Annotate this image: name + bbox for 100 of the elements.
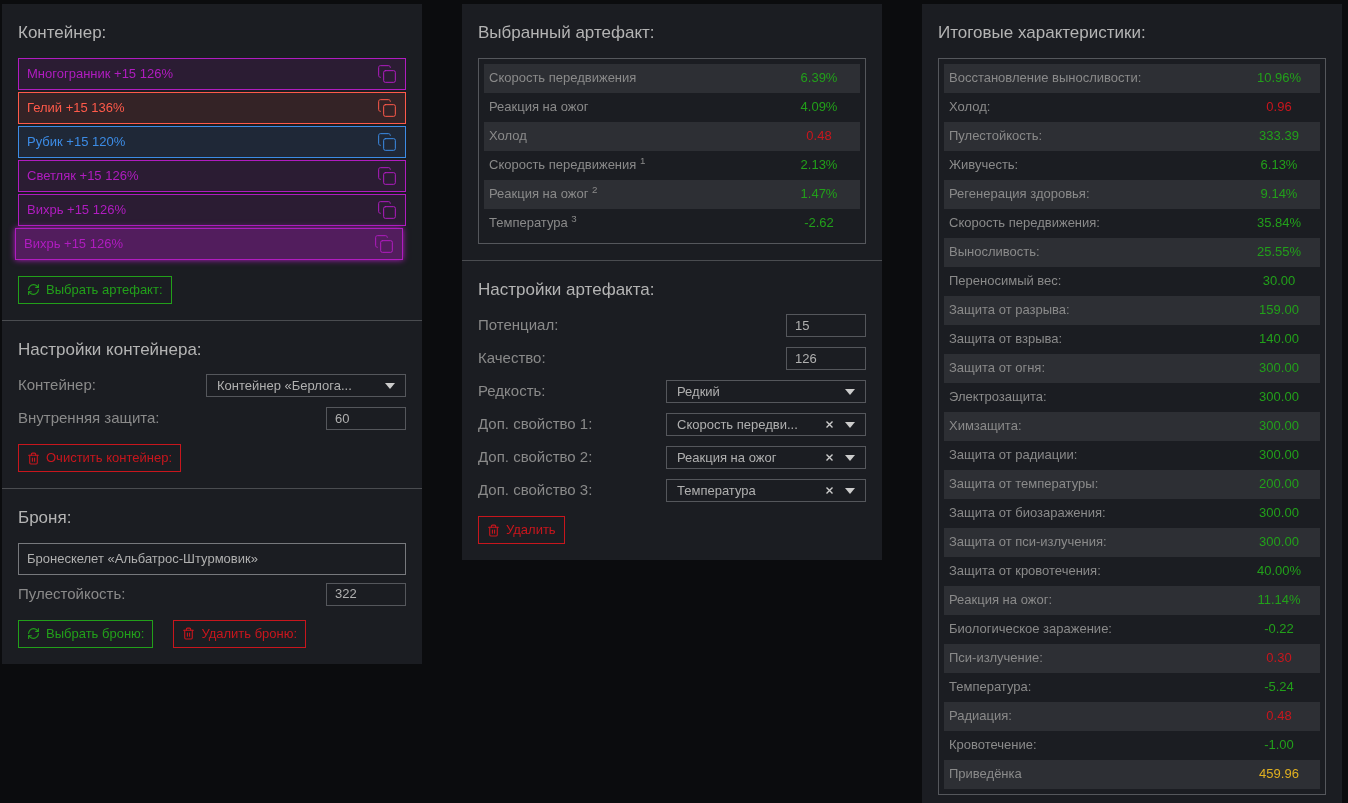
stat-value: 300.00 [1258, 417, 1300, 436]
stat-name: Температура $^{3}$ [489, 213, 578, 233]
stat-name: Холод [489, 127, 528, 146]
stat-name: Защита от температуры: [949, 475, 1100, 494]
field-label: Редкость: [478, 381, 546, 401]
dropdown[interactable]: Реакция на ожог [666, 446, 866, 469]
stat-value: 0.48 [1265, 707, 1293, 726]
choose-button[interactable]: Выбрать артефакт: [18, 275, 172, 304]
trash-icon [487, 523, 500, 537]
artifact-slot[interactable]: Светляк +15 126% [18, 159, 406, 192]
clear-icon[interactable] [826, 421, 833, 428]
copy-icon[interactable] [377, 97, 397, 118]
field-label: Качество: [478, 348, 546, 368]
refresh-icon [27, 283, 40, 296]
caret-icon [845, 421, 855, 428]
number-field[interactable]: 60 [326, 407, 406, 430]
stat-name: Реакция на ожог [489, 98, 590, 117]
stat-name: Биологическое заражение: [949, 620, 1113, 639]
dropdown[interactable]: Скорость передви... [666, 413, 866, 436]
field-label: Контейнер: [18, 375, 96, 395]
stat-name: Защита от огня: [949, 359, 1046, 378]
stat-value: 11.14% [1256, 591, 1302, 610]
stat-name: Радиация: [949, 707, 1013, 726]
dropdown[interactable]: Контейнер «Берлога... [206, 374, 406, 397]
stat-name: Защита от разрыва: [949, 301, 1071, 320]
stat-value: 6.13% [1259, 156, 1299, 175]
armor-field[interactable]: Бронескелет «Альбатрос-Штурмовик» [18, 542, 406, 575]
stat-value: 200.00 [1258, 475, 1300, 494]
dropdown[interactable]: Температура [666, 479, 866, 502]
stat-value: 35.84% [1255, 214, 1303, 233]
stat-name: Регенерация здоровья: [949, 185, 1091, 204]
stat-name: Реакция на ожог: [949, 591, 1053, 610]
stat-value: -1.00 [1263, 736, 1295, 755]
section-title: Броня: [18, 507, 73, 529]
stat-name: Реакция на ожог $^{2}$ [489, 184, 599, 204]
section-title: Настройки контейнера: [18, 338, 203, 361]
stat-value: 0.48 [805, 127, 833, 146]
copy-icon[interactable] [377, 63, 397, 84]
stat-value: 4.09% [799, 98, 839, 117]
field-label: Потенциал: [478, 315, 559, 335]
stat-value: 140.00 [1258, 330, 1300, 349]
stat-value: 25.55% [1255, 243, 1303, 262]
stat-name: Электрозащита: [949, 388, 1048, 407]
stat-value: 300.00 [1258, 533, 1300, 552]
field-label: Внутренняя защита: [18, 408, 160, 428]
artifact-slot[interactable]: Гелий +15 136% [18, 91, 406, 124]
stat-value: 300.00 [1258, 446, 1300, 465]
refresh-icon [27, 627, 40, 640]
number-field[interactable]: 126 [786, 347, 866, 370]
artifact-slot[interactable]: Вихрь +15 126% [18, 193, 406, 226]
stat-value: 300.00 [1258, 388, 1300, 407]
stat-value: 2.13% [799, 156, 839, 175]
stat-name: Защита от биозаражения: [949, 504, 1107, 523]
stat-value: 159.00 [1258, 301, 1300, 320]
copy-icon[interactable] [377, 131, 397, 152]
stat-value: 30.00 [1261, 272, 1297, 291]
stat-name: Скорость передвижения $^{1}$ [489, 155, 647, 175]
stat-value: 10.96% [1255, 69, 1303, 88]
field-label: Пулестойкость: [18, 583, 126, 604]
copy-icon[interactable] [377, 165, 397, 186]
stat-value: 1.47% [799, 185, 839, 204]
section-title: Выбранный артефакт: [478, 22, 656, 44]
stat-name: Защита от кровотечения: [949, 562, 1102, 581]
stat-value: 459.96 [1258, 765, 1300, 784]
choose-button[interactable]: Выбрать броню: [18, 619, 154, 648]
stat-value: 300.00 [1258, 359, 1300, 378]
artifact-slot[interactable]: Рубик +15 120% [18, 125, 406, 158]
copy-icon[interactable] [374, 233, 394, 254]
stat-name: Защита от пси-излучения: [949, 533, 1108, 552]
stat-name: Переносимый вес: [949, 272, 1063, 291]
artifact-slot[interactable]: Многогранник +15 126% [18, 57, 406, 90]
clear-icon[interactable] [826, 454, 833, 461]
section-title: Настройки артефакта: [478, 278, 656, 301]
stat-name: Защита от радиации: [949, 446, 1079, 465]
number-field[interactable]: 15 [786, 314, 866, 337]
stat-value: -0.22 [1263, 620, 1295, 639]
delete-button[interactable]: Удалить [478, 516, 565, 544]
stat-name: Химзащита: [949, 417, 1023, 436]
stat-name: Скорость передвижения: [949, 214, 1101, 233]
number-field[interactable]: 322 [326, 582, 406, 606]
stat-value: 333.39 [1258, 127, 1300, 146]
caret-icon [385, 382, 395, 389]
clear-icon[interactable] [826, 487, 833, 494]
stat-name: Холод: [949, 98, 992, 117]
stat-value: 9.14% [1259, 185, 1299, 204]
stat-name: Пулестойкость: [949, 127, 1044, 146]
stat-value: -2.62 [803, 214, 835, 233]
stat-name: Приведёнка [949, 765, 1023, 784]
copy-icon[interactable] [377, 199, 397, 220]
stat-name: Защита от взрыва: [949, 330, 1064, 349]
stat-name: Живучесть: [949, 156, 1020, 175]
dropdown[interactable]: Редкий [666, 380, 866, 403]
stat-name: Кровотечение: [949, 736, 1038, 755]
stat-value: -5.24 [1263, 678, 1295, 697]
trash-icon [182, 627, 196, 640]
section-title: Контейнер: [18, 22, 108, 44]
delete-button[interactable]: Удалить броню: [173, 619, 307, 648]
stat-value: 0.30 [1265, 649, 1293, 668]
delete-button[interactable]: Очистить контейнер: [18, 444, 181, 472]
stat-value: 0.96 [1265, 98, 1293, 117]
